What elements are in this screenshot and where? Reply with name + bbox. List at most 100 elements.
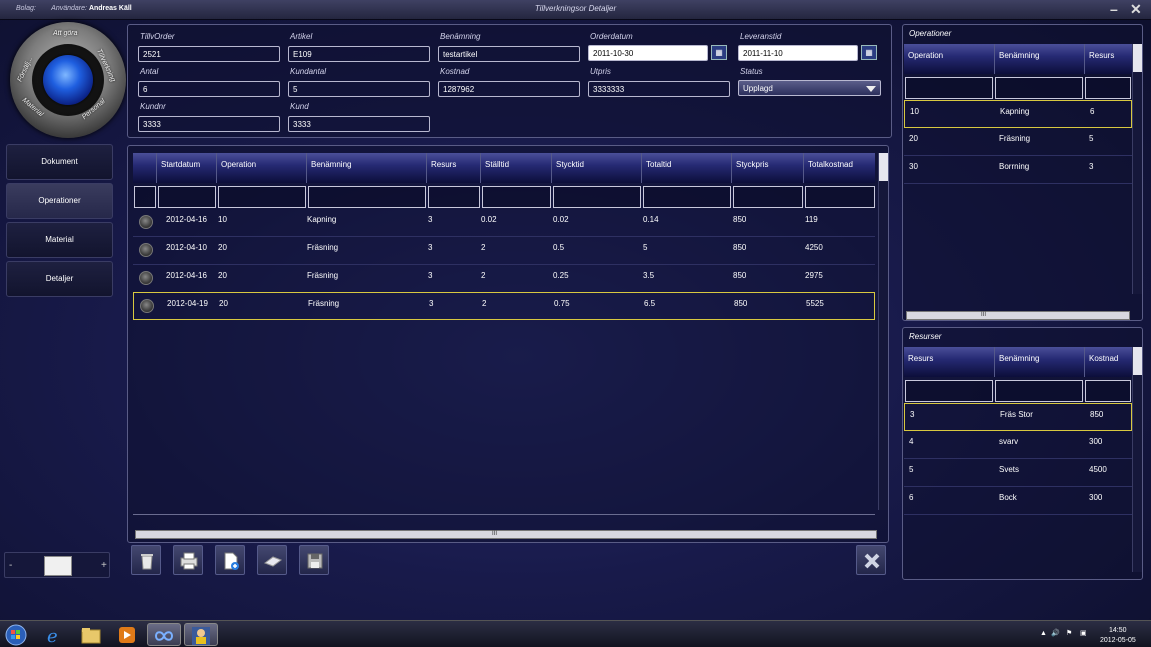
tillvorder-field[interactable]: 2521 [138,46,280,62]
list-item[interactable]: 6 Bock 300 [904,487,1132,515]
taskbar-app-2[interactable] [184,623,218,646]
network-icon[interactable]: ▣ [1080,629,1087,637]
operationer-hscroll-grip[interactable]: III [981,312,986,318]
row-select-radio[interactable] [139,243,153,257]
row-select-radio[interactable] [140,299,154,313]
grid-header-stycktid[interactable]: Stycktid [552,153,642,183]
cancel-button[interactable] [856,545,886,575]
list-item[interactable]: 4 svarv 300 [904,431,1132,459]
filter-styckpris[interactable] [733,186,803,208]
list-item[interactable]: 30 Borrning 3 [904,156,1132,184]
zoom-minus-button[interactable]: - [9,560,12,571]
grid-header-totaltid[interactable]: Totaltid [642,153,732,183]
leveranstid-calendar-icon[interactable]: ▦ [861,45,877,60]
filter-stalltid[interactable] [482,186,551,208]
close-window-button[interactable]: ✕ [1130,1,1142,18]
list-item-selected[interactable]: 10 Kapning 6 [904,100,1132,128]
resurser-header-resurs[interactable]: Resurs [904,347,995,377]
utpris-field[interactable]: 3333333 [588,81,730,97]
antal-field[interactable]: 6 [138,81,280,97]
benamning-field[interactable]: testartikel [438,46,580,62]
filter-totaltid[interactable] [643,186,731,208]
table-row[interactable]: 2012-04-10 20 Fräsning 3 2 0.5 5 850 425… [133,237,875,265]
status-dropdown[interactable]: Upplagd [738,80,881,96]
grid-header-styckpris[interactable]: Styckpris [732,153,804,183]
tray-expand-icon[interactable]: ▲ [1040,630,1047,637]
artikel-field[interactable]: E109 [288,46,430,62]
minimize-button[interactable]: – [1110,1,1118,17]
kund-field[interactable]: 3333 [288,116,430,132]
taskbar-app-1[interactable] [147,623,181,646]
navigation-dial[interactable]: Att göra Försälj... Tillverkning Materia… [10,22,126,138]
filter-benamning[interactable] [308,186,426,208]
volume-icon[interactable]: 🔊 [1051,629,1060,637]
chevron-down-icon[interactable] [866,86,876,92]
flag-icon[interactable]: ⚑ [1066,629,1072,637]
operationer-vscroll-thumb[interactable] [1133,44,1142,72]
filter-resurs[interactable] [1085,77,1131,99]
list-item[interactable]: 20 Fräsning 5 [904,128,1132,156]
filter-benamning[interactable] [995,77,1083,99]
filter-operation[interactable] [218,186,306,208]
zoom-plus-button[interactable]: + [101,560,107,571]
orderdatum-calendar-icon[interactable]: ▦ [711,45,727,60]
grid-header-operation[interactable]: Operation [217,153,307,183]
start-button[interactable] [2,623,30,646]
row-select-radio[interactable] [139,271,153,285]
taskbar-ie[interactable]: e [38,623,72,646]
grid-header-totalkostnad[interactable]: Totalkostnad [804,153,875,183]
table-row[interactable]: 2012-04-16 10 Kapning 3 0.02 0.02 0.14 8… [133,209,875,237]
resurser-header-kostnad[interactable]: Kostnad [1085,347,1132,377]
save-button[interactable] [299,545,329,575]
filter-operation[interactable] [905,77,993,99]
nav-dokument[interactable]: Dokument [6,144,113,180]
resurser-vertical-scrollbar[interactable] [1132,347,1142,572]
print-button[interactable] [173,545,203,575]
table-row-selected[interactable]: 2012-04-19 20 Fräsning 3 2 0.75 6.5 850 … [133,292,875,320]
clock-time[interactable]: 14:50 [1109,627,1127,634]
grid-header-benamning[interactable]: Benämning [307,153,427,183]
list-item[interactable]: 5 Svets 4500 [904,459,1132,487]
list-item-selected[interactable]: 3 Fräs Stor 850 [904,403,1132,431]
filter-resurs[interactable] [428,186,480,208]
filter-totalkostnad[interactable] [805,186,875,208]
grid-vscroll-thumb[interactable] [879,153,888,181]
grid-vertical-scrollbar[interactable] [878,153,888,510]
nav-material[interactable]: Material [6,222,113,258]
grid-hscroll-grip[interactable]: III [492,531,497,537]
clock-date[interactable]: 2012-05-05 [1100,637,1136,644]
new-document-button[interactable] [215,545,245,575]
taskbar-media-player[interactable] [110,623,144,646]
operationer-header-benamning[interactable]: Benämning [995,44,1085,74]
filter-resurs[interactable] [905,380,993,402]
filter-benamning[interactable] [995,380,1083,402]
leveranstid-field[interactable]: 2011-11-10 [738,45,858,61]
kostnad-field[interactable]: 1287962 [438,81,580,97]
zoom-value-box[interactable] [44,556,72,576]
resurser-header-benamning[interactable]: Benämning [995,347,1085,377]
dial-label-att-gora[interactable]: Att göra [53,30,78,37]
kundnr-field[interactable]: 3333 [138,116,280,132]
filter-kostnad[interactable] [1085,380,1131,402]
resurser-vscroll-thumb[interactable] [1133,347,1142,375]
eraser-button[interactable] [257,545,287,575]
grid-header-resurs[interactable]: Resurs [427,153,481,183]
table-row[interactable]: 2012-04-16 20 Fräsning 3 2 0.25 3.5 850 … [133,265,875,293]
delete-button[interactable] [131,545,161,575]
row-select-radio[interactable] [139,215,153,229]
kundantal-field[interactable]: 5 [288,81,430,97]
operationer-header-resurs[interactable]: Resurs [1085,44,1132,74]
filter-stycktid[interactable] [553,186,641,208]
grid-header-startdatum[interactable]: Startdatum [157,153,217,183]
dial-knob-icon[interactable] [43,55,93,105]
filter-startdatum[interactable] [158,186,216,208]
taskbar-explorer[interactable] [74,623,108,646]
grid-horizontal-scrollbar[interactable]: III [135,530,877,539]
filter-cell[interactable] [134,186,156,208]
operationer-horizontal-scrollbar[interactable]: III [906,311,1130,320]
grid-header-stalltid[interactable]: Ställtid [481,153,552,183]
operationer-header-operation[interactable]: Operation [904,44,995,74]
nav-detaljer[interactable]: Detaljer [6,261,113,297]
orderdatum-field[interactable]: 2011-10-30 [588,45,708,61]
operationer-vertical-scrollbar[interactable] [1132,44,1142,294]
